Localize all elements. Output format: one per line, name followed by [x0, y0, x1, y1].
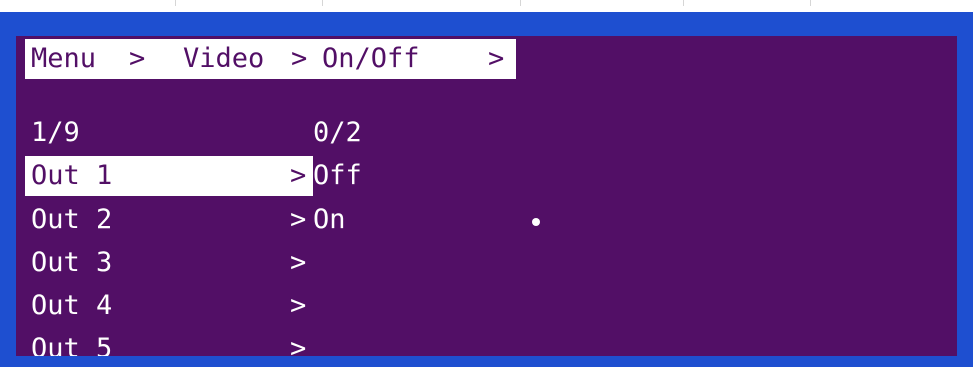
chevron-right-icon: >: [290, 160, 307, 191]
breadcrumb-separator: >: [291, 43, 308, 74]
divider: [810, 0, 811, 6]
cursor-dot-icon: [532, 218, 540, 226]
divider: [520, 0, 521, 6]
list-item-out-4[interactable]: Out 4: [31, 286, 112, 326]
bottom-strip: [0, 367, 973, 379]
osd-screen: Menu > Video > On/Off > 1/9 0/2 Out 1 > …: [16, 36, 957, 356]
chevron-right-icon: >: [290, 247, 307, 278]
breadcrumb-separator: >: [488, 43, 505, 74]
chevron-right-icon: >: [290, 204, 307, 235]
divider: [683, 0, 684, 6]
list-item-out-3[interactable]: Out 3: [31, 243, 112, 283]
breadcrumb-separator: >: [129, 43, 146, 74]
list-item-out-1[interactable]: Out 1: [31, 156, 112, 196]
list-item-out-5[interactable]: Out 5: [31, 329, 112, 356]
breadcrumb-menu[interactable]: Menu: [31, 39, 96, 79]
breadcrumb-onoff[interactable]: On/Off: [322, 39, 420, 79]
osd-frame: Menu > Video > On/Off > 1/9 0/2 Out 1 > …: [0, 12, 973, 367]
left-list-counter: 1/9: [31, 117, 80, 148]
breadcrumb: Menu > Video > On/Off >: [25, 39, 516, 79]
breadcrumb-video[interactable]: Video: [183, 39, 264, 79]
option-off[interactable]: Off: [313, 156, 362, 196]
divider: [175, 0, 176, 6]
option-on[interactable]: On: [313, 200, 346, 240]
chevron-right-icon: >: [290, 333, 307, 356]
divider: [322, 0, 323, 6]
chevron-right-icon: >: [290, 290, 307, 321]
right-list-counter: 0/2: [313, 117, 362, 148]
top-strip: [0, 0, 973, 12]
list-item-out-2[interactable]: Out 2: [31, 200, 112, 240]
